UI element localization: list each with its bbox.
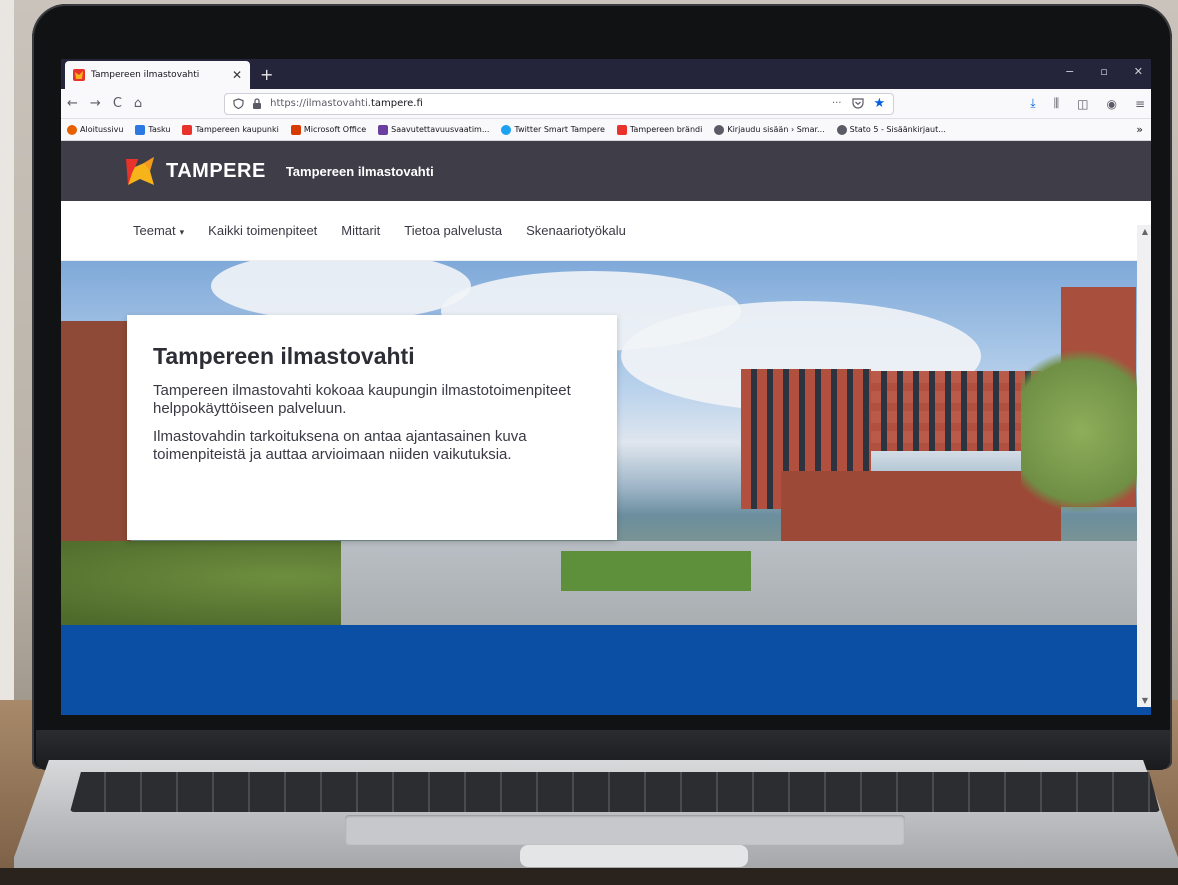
url-bar[interactable]: https://ilmastovahti.tampere.fi ··· ★: [224, 92, 895, 115]
reload-icon[interactable]: C: [113, 96, 122, 111]
bookmark-label: Saavutettavuusvaatim...: [391, 125, 490, 134]
bookmark-label: Stato 5 - Sisäänkirjaut...: [849, 125, 946, 134]
restore-icon[interactable]: ▫: [1100, 65, 1107, 78]
caret-down-icon: ▾: [179, 227, 185, 237]
firefox-icon: [67, 124, 77, 135]
page-actions-icon[interactable]: ···: [832, 98, 842, 109]
scroll-up-icon[interactable]: ▲: [1142, 227, 1148, 236]
bookmark-item[interactable]: Microsoft Office: [290, 124, 367, 135]
web-page: TAMPERE Tampereen ilmastovahti Teemat ▾ K…: [61, 141, 1151, 715]
blue-band: [61, 625, 1151, 715]
account-icon[interactable]: ◉: [1106, 97, 1116, 111]
tasku-icon: [135, 124, 146, 135]
back-icon[interactable]: ←: [67, 96, 78, 111]
globe-icon: [714, 124, 725, 135]
browser-tab-bar: Tampereen ilmastovahti ✕ + − ▫ ✕: [61, 59, 1151, 89]
tree: [1021, 331, 1141, 531]
toolbar-right: ⤓ ⫼ ◫ ◉ ≡: [1030, 96, 1145, 111]
url-domain: tampere.fi: [370, 98, 423, 109]
twitter-icon: [501, 124, 512, 135]
url-prefix: https://ilmastovahti.: [270, 98, 371, 109]
site-name[interactable]: Tampereen ilmastovahti: [286, 164, 434, 179]
bookmark-item[interactable]: Stato 5 - Sisäänkirjaut...: [836, 124, 946, 135]
hero-section: Tampereen ilmastovahti Tampereen ilmasto…: [61, 261, 1151, 625]
bookmarks-bar: Aloitussivu Tasku Tampereen kaupunki Mic…: [61, 119, 1151, 141]
bookmark-label: Microsoft Office: [303, 125, 367, 134]
tampere-logo-icon[interactable]: [124, 155, 156, 187]
laptop-trackpad: [345, 815, 905, 845]
menu-icon[interactable]: ≡: [1135, 97, 1145, 111]
hero-title: Tampereen ilmastovahti: [153, 343, 415, 369]
bookmark-label: Aloitussivu: [80, 125, 124, 134]
browser-toolbar: ← → C ⌂ https://ilmastovahti.tampere.fi …: [61, 89, 1151, 119]
brand-name[interactable]: TAMPERE: [166, 160, 266, 183]
tab-title: Tampereen ilmastovahti: [91, 70, 200, 80]
tampere-icon: [182, 124, 193, 135]
url-actions: ··· ★: [832, 96, 885, 111]
library-icon[interactable]: ⫼: [1054, 96, 1060, 111]
bookmark-item[interactable]: Twitter Smart Tampere: [501, 124, 605, 135]
bookmark-label: Tampereen brändi: [629, 125, 703, 134]
scroll-down-icon[interactable]: ▼: [1142, 696, 1148, 705]
bookmark-item[interactable]: Kirjaudu sisään › Smar...: [714, 124, 825, 135]
close-window-icon[interactable]: ✕: [1134, 65, 1143, 78]
home-icon[interactable]: ⌂: [134, 96, 142, 111]
main-navigation: Teemat ▾ Kaikki toimenpiteet Mittarit Tie…: [61, 201, 1151, 261]
hero-card: Tampereen ilmastovahti Tampereen ilmasto…: [127, 315, 617, 540]
lawn: [561, 551, 751, 591]
bookmark-label: Tasku: [148, 125, 171, 134]
tampere-icon: [616, 124, 627, 135]
bookmark-item[interactable]: Tampereen brändi: [616, 124, 703, 135]
building-left: [61, 321, 131, 561]
cloud-shape: [211, 261, 471, 321]
sidebar-icon[interactable]: ◫: [1077, 97, 1088, 111]
hero-paragraph-2: Ilmastovahdin tarkoituksena on antaa aja…: [153, 428, 527, 463]
download-icon[interactable]: ⤓: [1030, 96, 1035, 111]
bookmark-item[interactable]: Aloitussivu: [67, 124, 124, 135]
minimize-icon[interactable]: −: [1065, 65, 1074, 78]
bookmarks-overflow-icon[interactable]: »: [1136, 123, 1143, 136]
bookmark-item[interactable]: Tasku: [135, 124, 171, 135]
window-controls: − ▫ ✕: [1065, 65, 1143, 78]
bookmark-star-icon[interactable]: ★: [874, 96, 886, 111]
table-shadow: [0, 868, 1178, 885]
bookmark-item[interactable]: Tampereen kaupunki: [182, 124, 279, 135]
bookmark-label: Kirjaudu sisään › Smar...: [727, 125, 825, 134]
site-header: TAMPERE Tampereen ilmastovahti: [61, 141, 1151, 201]
nav-item-skenaariotyokalu[interactable]: Skenaariotyökalu: [526, 223, 626, 238]
shield-icon[interactable]: [233, 98, 244, 109]
hero-paragraph-1: Tampereen ilmastovahti kokoaa kaupungin …: [153, 382, 571, 417]
nav-item-teemat[interactable]: Teemat ▾: [133, 223, 184, 238]
laptop-keyboard: [70, 772, 1160, 812]
lock-icon[interactable]: [252, 98, 262, 109]
nav-item-kaikki-toimenpiteet[interactable]: Kaikki toimenpiteet: [208, 223, 317, 238]
nav-item-tietoa-palvelusta[interactable]: Tietoa palvelusta: [404, 223, 502, 238]
pocket-icon[interactable]: [851, 98, 864, 109]
browser-tab[interactable]: Tampereen ilmastovahti ✕: [65, 61, 250, 89]
close-tab-icon[interactable]: ✕: [232, 68, 242, 82]
tampere-favicon-icon: [73, 69, 85, 81]
new-tab-button[interactable]: +: [260, 65, 273, 84]
nav-label: Teemat: [133, 223, 176, 238]
accessibility-icon: [378, 124, 389, 135]
forward-icon[interactable]: →: [90, 96, 101, 111]
page-scrollbar[interactable]: ▲ ▼: [1137, 225, 1151, 707]
url-text: https://ilmastovahti.tampere.fi: [270, 98, 824, 109]
bookmark-label: Twitter Smart Tampere: [514, 125, 605, 134]
building-red-right: [871, 371, 1041, 451]
laptop-screen: Tampereen ilmastovahti ✕ + − ▫ ✕ ← → C ⌂…: [61, 59, 1151, 715]
globe-icon: [836, 124, 847, 135]
office-icon: [290, 124, 301, 135]
bookmark-label: Tampereen kaupunki: [195, 125, 279, 134]
laptop-notch: [520, 845, 748, 867]
nav-item-mittarit[interactable]: Mittarit: [341, 223, 380, 238]
bookmark-item[interactable]: Saavutettavuusvaatim...: [378, 124, 490, 135]
